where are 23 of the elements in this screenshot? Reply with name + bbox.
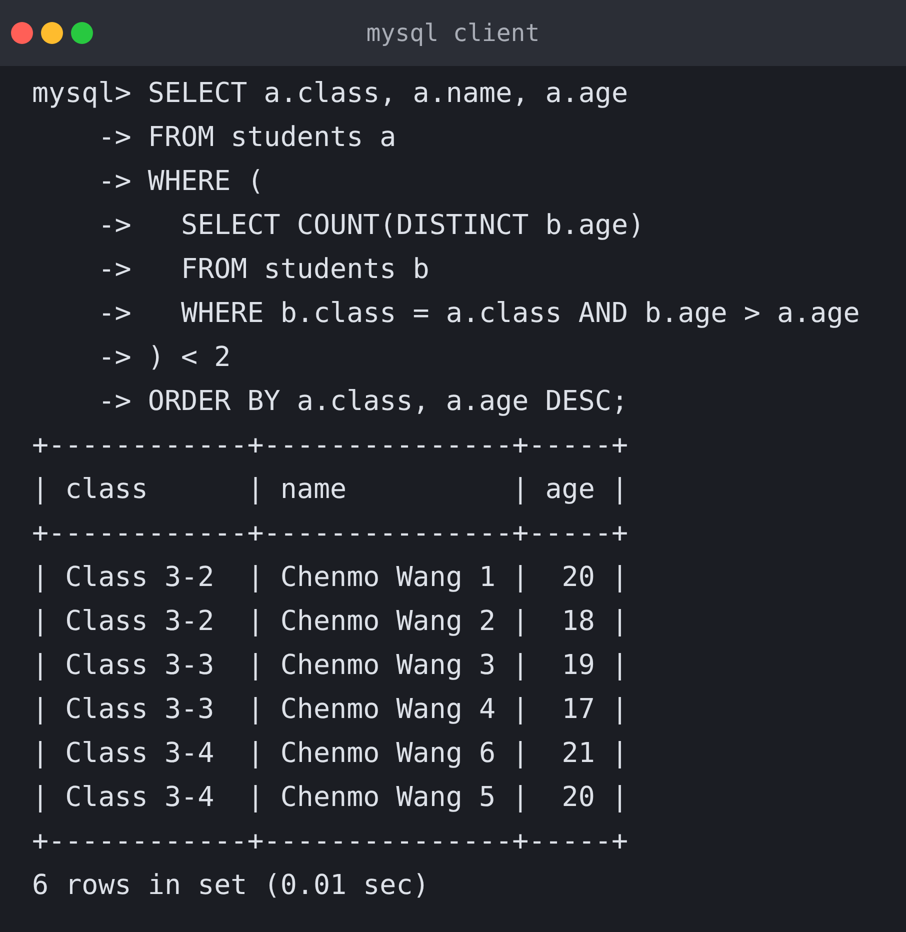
terminal-line: -> FROM students a <box>97 120 396 155</box>
minimize-icon[interactable] <box>41 22 63 44</box>
terminal-line: -> SELECT COUNT(DISTINCT b.age) <box>97 208 645 243</box>
terminal-line: | Class 3-2 | Chenmo Wang 2 | 18 | <box>32 604 628 639</box>
terminal-line: -> WHERE b.class = a.class AND b.age > a.age <box>97 296 860 331</box>
terminal-line: +------------+---------------+-----+ <box>32 516 628 551</box>
terminal-line: -> ) < 2 <box>97 340 231 375</box>
terminal-line: mysql> SELECT a.class, a.name, a.age <box>32 76 628 111</box>
terminal-line: | Class 3-3 | Chenmo Wang 4 | 17 | <box>32 692 628 727</box>
terminal-line: +------------+---------------+-----+ <box>32 428 628 463</box>
terminal-line: | Class 3-3 | Chenmo Wang 3 | 19 | <box>32 648 628 683</box>
terminal-line: -> FROM students b <box>97 252 430 287</box>
window-title: mysql client <box>366 18 540 49</box>
terminal-line: | Class 3-2 | Chenmo Wang 1 | 20 | <box>32 560 628 595</box>
maximize-icon[interactable] <box>71 22 93 44</box>
close-icon[interactable] <box>11 22 33 44</box>
terminal-line: | class | name | age | <box>32 472 628 507</box>
terminal-line: +------------+---------------+-----+ <box>32 824 628 859</box>
terminal-line: 6 rows in set (0.01 sec) <box>32 868 430 903</box>
terminal-line: | Class 3-4 | Chenmo Wang 6 | 21 | <box>32 736 628 771</box>
terminal-line: -> WHERE ( <box>97 164 264 199</box>
terminal-line: | Class 3-4 | Chenmo Wang 5 | 20 | <box>32 780 628 815</box>
terminal-line: -> ORDER BY a.class, a.age DESC; <box>97 384 628 419</box>
